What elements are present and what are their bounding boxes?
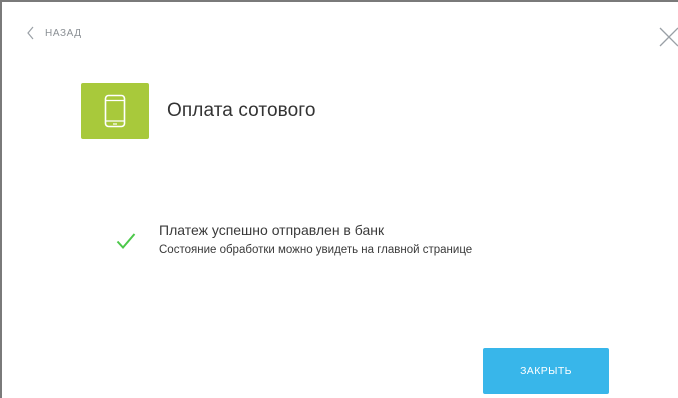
check-icon: [116, 233, 136, 250]
status-block: Платеж успешно отправлен в банк Состояни…: [116, 221, 472, 258]
back-label: НАЗАД: [45, 27, 82, 39]
status-subtitle: Состояние обработки можно увидеть на гла…: [159, 244, 473, 256]
close-icon: [659, 27, 678, 47]
service-title: Оплата сотового: [167, 100, 316, 121]
payment-result-dialog: НАЗАД Оплата сотового Платеж успешно отп…: [0, 0, 678, 398]
chevron-left-icon: [27, 26, 34, 40]
mobile-phone-icon: [104, 94, 126, 128]
service-header: Оплата сотового: [81, 83, 316, 139]
close-button[interactable]: [658, 26, 678, 48]
status-text: Платеж успешно отправлен в банк Состояни…: [159, 221, 472, 258]
close-dialog-button[interactable]: ЗАКРЫТЬ: [483, 348, 609, 394]
service-icon-tile: [81, 83, 149, 139]
status-title: Платеж успешно отправлен в банк: [159, 222, 385, 238]
back-link[interactable]: НАЗАД: [26, 26, 82, 40]
